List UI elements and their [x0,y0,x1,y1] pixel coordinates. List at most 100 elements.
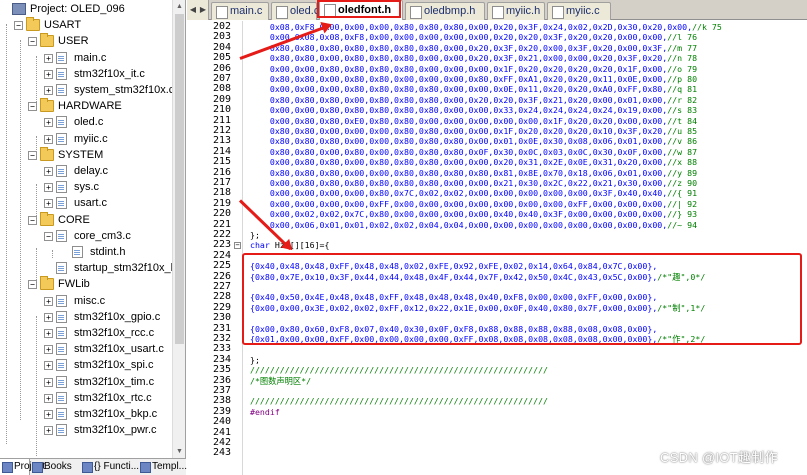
bottom-tabs: Project Books{} Functi... Templ... [0,458,187,475]
tree-folder[interactable]: − SYSTEM [0,146,172,163]
tree-file[interactable]: startup_stm32f10x_hd.s [0,260,172,276]
expand-icon[interactable]: + [44,410,53,419]
code-token-hex: 0x80,0x80,0x00,0x80,0x00,0x80,0x80,0x80,… [250,146,668,157]
code-line[interactable]: #endif [250,407,280,417]
collapse-icon[interactable]: − [28,37,37,47]
code-line[interactable]: 0x80,0x80,0x80,0x80,0x80,0x80,0x80,0x00,… [250,43,697,53]
collapse-icon[interactable]: − [44,231,53,241]
code-line[interactable]: }; [250,355,260,365]
code-line[interactable]: 0x80,0x80,0x80,0x00,0x00,0x80,0x80,0x80,… [250,168,697,178]
code-line[interactable]: 0x80,0x80,0x80,0x00,0x80,0x80,0x80,0x00,… [250,95,697,105]
code-line[interactable]: 0x00,0x80,0x80,0xE0,0x80,0x80,0x00,0x00,… [250,116,697,126]
bottom-tab[interactable]: {} Functi... [80,459,139,475]
tree-file[interactable]: + misc.c [0,293,172,309]
code-line[interactable]: 0x00,0x02,0x02,0x7C,0x80,0x00,0x00,0x00,… [250,209,697,219]
expand-icon[interactable]: + [44,296,53,306]
tree-file[interactable]: + stm32f10x_it.c [0,66,172,82]
tree-folder[interactable]: − USER [0,33,172,49]
tree-file[interactable]: − core_cm3.c [0,228,172,244]
code-token-cmt: //n 78 [667,53,698,64]
code-line[interactable]: 0x00,0x06,0x01,0x01,0x02,0x02,0x04,0x04,… [250,220,697,230]
editor-tab[interactable]: oled.c [271,2,319,20]
bottom-tab[interactable]: Project [0,459,45,475]
expand-icon[interactable]: + [44,312,53,322]
expand-icon[interactable]: + [44,183,53,193]
tree-file[interactable]: + stm32f10x_gpio.c [0,309,172,325]
tab-scroll-right-icon[interactable]: ▶ [198,4,208,16]
code-line[interactable]: 0x80,0x80,0x00,0x80,0x00,0x80,0x80,0x80,… [250,147,697,157]
code-line[interactable]: 0x80,0x80,0x00,0x80,0x80,0x80,0x00,0x00,… [250,53,697,63]
collapse-icon[interactable]: − [14,21,23,31]
editor-tab[interactable]: main.c [211,2,269,20]
code-line[interactable]: 0x00,0x80,0x80,0x00,0x80,0x80,0x80,0x00,… [250,157,697,167]
code-line[interactable]: 0x80,0x80,0x00,0x00,0x00,0x80,0x80,0x00,… [250,126,697,136]
tree-file[interactable]: + stm32f10x_spi.c [0,357,172,373]
tree-file[interactable]: + oled.c [0,114,172,130]
tree-file[interactable]: + myiic.c [0,131,172,147]
expand-icon[interactable]: + [44,167,53,176]
editor-tab[interactable]: oledbmp.h [405,2,485,20]
tree-file[interactable]: + stm32f10x_rtc.c [0,390,172,406]
tree-folder[interactable]: − HARDWARE [0,98,172,114]
scroll-up-icon[interactable]: ▲ [173,0,186,13]
tree-project[interactable]: Project: OLED_096 [0,1,172,17]
code-token-hex: 0x00,0x00,0x00,0x00,0xFF,0x00,0x00,0x00,… [250,198,668,209]
expand-icon[interactable]: + [44,199,53,209]
tree-file[interactable]: + stm32f10x_usart.c [0,341,172,357]
tree-file[interactable]: + main.c [0,50,172,66]
editor-tab[interactable]: myiic.h [487,2,545,20]
expand-icon[interactable]: + [44,86,53,95]
tree-folder[interactable]: − FWLib [0,276,172,292]
expand-icon[interactable]: + [44,118,53,128]
expand-icon[interactable]: + [44,393,53,403]
tree-file[interactable]: + usart.c [0,195,172,211]
code-line[interactable]: 0x00,0x00,0x80,0x80,0x80,0x80,0x80,0x00,… [250,105,697,115]
tree-item-label: stm32f10x_rcc.c [74,327,155,339]
code-line[interactable]: 0x80,0x80,0x80,0x00,0x00,0x80,0x80,0x80,… [250,136,697,146]
scroll-thumb[interactable] [175,14,184,344]
code-line[interactable]: 0x00,0x00,0x00,0x80,0x80,0x80,0x80,0x00,… [250,84,697,94]
tree-file[interactable]: + stm32f10x_rcc.c [0,325,172,341]
expand-icon[interactable]: + [44,53,53,63]
bottom-tab[interactable]: Templ... [138,459,187,475]
code-area[interactable]: 0x08,0xF8,0x00,0x00,0x00,0x80,0x80,0x80,… [244,21,807,475]
editor-tab[interactable]: myiic.c [547,2,611,20]
code-token-cmt: //o 79 [667,63,698,74]
expand-icon[interactable]: + [44,134,53,144]
expand-icon[interactable]: + [44,329,53,338]
expand-icon[interactable]: + [44,69,53,79]
code-line[interactable]: 0x00,0x08,0x08,0xF8,0x00,0x00,0x00,0x00,… [250,32,697,42]
tree-scrollbar[interactable]: ▲ ▼ [172,0,185,458]
highlight-box-tab [317,0,401,18]
expand-icon[interactable]: + [44,426,53,436]
code-line[interactable]: ////////////////////////////////////////… [250,396,548,406]
tree-file[interactable]: stdint.h [0,244,172,260]
code-line[interactable]: ////////////////////////////////////////… [250,365,548,375]
code-line[interactable]: 0x00,0x00,0x80,0x80,0x80,0x80,0x00,0x00,… [250,64,697,74]
tree-folder[interactable]: − USART [0,17,172,33]
tree-file[interactable]: + delay.c [0,163,172,179]
code-token-hex: 0x00,0x00,0x00,0x00,0x80,0x7C,0x02,0x02,… [250,188,668,199]
expand-icon[interactable]: + [44,361,53,371]
tree-file[interactable]: + stm32f10x_tim.c [0,374,172,390]
fold-icon[interactable]: − [234,241,241,249]
expand-icon[interactable]: + [44,345,53,355]
code-line[interactable]: /*图数声明区*/ [250,376,311,386]
tree-folder[interactable]: − CORE [0,211,172,228]
tab-scroll-left-icon[interactable]: ◀ [188,4,198,16]
code-line[interactable]: 0x00,0x80,0x80,0x80,0x80,0x80,0x80,0x00,… [250,178,697,188]
tree-item-label: stm32f10x_usart.c [74,343,164,356]
tree-file[interactable]: + stm32f10x_pwr.c [0,422,172,438]
scroll-down-icon[interactable]: ▼ [173,445,186,458]
code-line[interactable]: }; [250,230,260,240]
code-line[interactable]: 0x00,0x00,0x00,0x00,0x80,0x7C,0x02,0x02,… [250,188,697,198]
code-line[interactable]: 0x00,0x00,0x00,0x00,0xFF,0x00,0x00,0x00,… [250,199,697,209]
tree-file[interactable]: + system_stm32f10x.c [0,82,172,98]
bottom-tab[interactable]: Books [30,459,80,475]
code-token-cmt: //u 85 [667,126,698,136]
tree-file[interactable]: + stm32f10x_bkp.c [0,406,172,422]
code-line[interactable]: 0x80,0x80,0x00,0x80,0x80,0x00,0x00,0x00,… [250,74,697,84]
tree-item-label: startup_stm32f10x_hd.s [74,262,172,275]
expand-icon[interactable]: + [44,377,53,387]
tree-file[interactable]: + sys.c [0,179,172,195]
